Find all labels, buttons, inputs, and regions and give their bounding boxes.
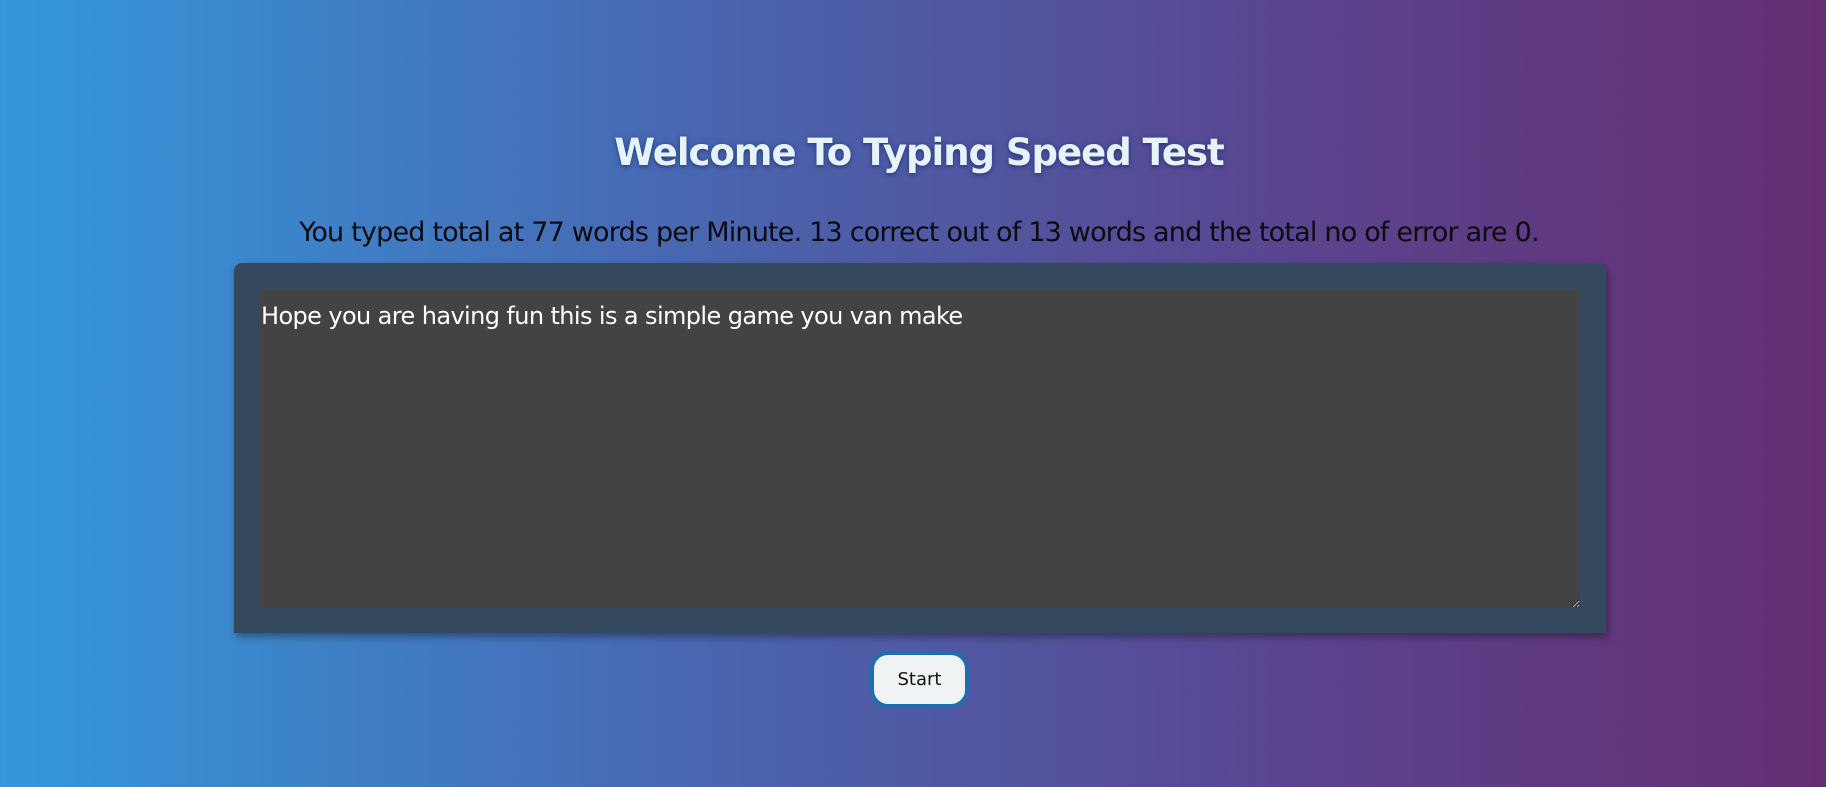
typing-test-page: Welcome To Typing Speed Test You typed t… (0, 0, 1826, 787)
page-title: Welcome To Typing Speed Test (614, 131, 1224, 174)
typing-textarea[interactable]: Hope you are having fun this is a simple… (260, 290, 1580, 608)
start-button[interactable]: Start (870, 651, 969, 708)
editor-panel: Hope you are having fun this is a simple… (234, 263, 1606, 633)
result-message: You typed total at 77 words per Minute. … (299, 217, 1539, 248)
